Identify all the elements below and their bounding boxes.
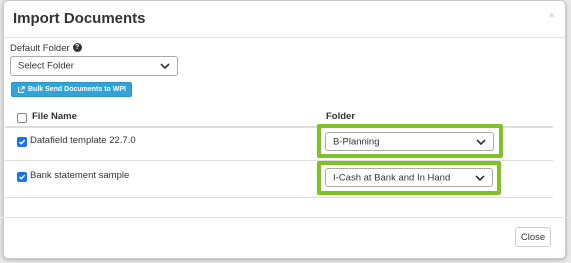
folder-select-value: I-Cash at Bank and In Hand [333,172,451,183]
chevron-down-icon [160,63,170,70]
folder-select[interactable]: I-Cash at Bank and In Hand [325,168,493,187]
bulk-send-label: Bulk Send Documents to WPI [27,86,126,93]
chevron-down-icon [476,138,486,145]
check-icon [19,174,26,180]
bulk-send-button[interactable]: Bulk Send Documents to WPI [11,82,132,97]
folder-select[interactable]: B-Planning [325,132,494,151]
dialog-title: Import Documents [13,10,146,27]
default-folder-select[interactable]: Select Folder [10,56,178,76]
file-name-cell: Bank statement sample [30,170,130,181]
folder-select-value: B-Planning [333,136,380,147]
default-folder-label: Default Folder? [10,42,82,54]
check-icon [19,139,26,145]
row-checkbox[interactable] [17,137,27,147]
row-checkbox[interactable] [17,172,27,182]
file-name-header: File Name [32,111,77,122]
close-x-icon[interactable]: × [549,11,555,22]
chevron-down-icon [475,174,485,181]
default-folder-label-text: Default Folder [10,43,70,54]
dialog-header: Import Documents × [4,1,565,38]
close-button[interactable]: Close [515,227,551,247]
folder-header: Folder [326,111,356,122]
select-all-checkbox[interactable] [17,113,27,123]
default-folder-select-value: Select Folder [18,60,74,72]
send-icon [18,85,25,93]
dialog-footer [0,217,571,259]
file-name-cell: Datafield template 22.7.0 [30,135,136,146]
question-circle-icon[interactable]: ? [72,42,82,52]
